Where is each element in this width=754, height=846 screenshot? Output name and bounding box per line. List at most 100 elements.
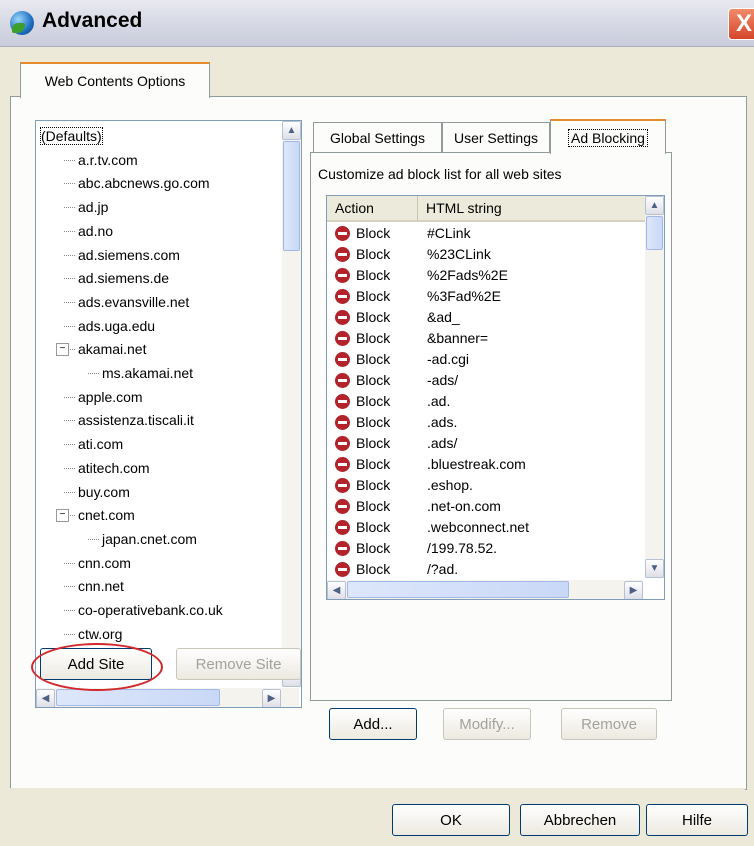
row-html-string: &ad_ [427,309,460,325]
scroll-thumb[interactable] [283,141,300,251]
remove-site-button[interactable]: Remove Site [176,648,301,680]
site-label: apple.com [78,388,143,405]
close-button[interactable]: X [728,8,754,40]
column-header-action[interactable]: Action [327,196,418,222]
row-action: Block [356,498,391,514]
site-tree-item[interactable]: ati.com [64,433,123,456]
block-icon [335,415,350,430]
site-tree-item[interactable]: buy.com [64,481,130,504]
ad-block-caption: Customize ad block list for all web site… [318,166,562,182]
ad-block-row[interactable]: Block .eshop. [327,475,637,496]
ad-list-vertical-scrollbar[interactable]: ▲ ▼ [645,196,664,578]
row-html-string: /?ad. [427,561,459,577]
column-header-filler [624,196,646,222]
site-label: ad.siemens.com [78,246,180,263]
cancel-button[interactable]: Abbrechen [520,804,640,836]
row-action: Block [356,456,391,472]
tab-ad-blocking[interactable]: Ad Blocking [550,119,666,154]
block-icon [335,436,350,451]
site-tree-item[interactable]: cnn.net [64,575,124,598]
row-action: Block [356,351,391,367]
scroll-left-icon[interactable]: ◀ [36,689,55,707]
title-bar[interactable]: Advanced X [0,0,754,47]
site-tree-item[interactable]: japan.cnet.com [88,528,197,551]
ad-block-row[interactable]: Block %2Fads%2E [327,265,637,286]
block-icon [335,352,350,367]
scroll-up-icon[interactable]: ▲ [645,196,664,215]
tab-ad-blocking-label: Ad Blocking [568,128,648,147]
tree-connector [64,610,75,611]
scroll-thumb[interactable] [646,216,663,250]
site-list-horizontal-scrollbar[interactable]: ◀ ▶ [36,688,299,707]
site-tree-item[interactable]: assistenza.tiscali.it [64,409,194,432]
site-tree-item[interactable]: cnn.com [64,552,131,575]
row-action: Block [356,435,391,451]
site-tree-item[interactable]: − cnet.com [56,504,135,527]
ad-block-row[interactable]: Block &banner= [327,328,637,349]
site-tree-item[interactable]: ad.no [64,220,113,243]
tab-user-settings[interactable]: User Settings [442,122,550,153]
scroll-right-icon[interactable]: ▶ [262,689,281,707]
ad-block-row[interactable]: Block .bluestreak.com [327,454,637,475]
site-tree-item[interactable]: ms.akamai.net [88,362,193,385]
site-tree-item[interactable]: − akamai.net [56,338,146,361]
add-rule-button[interactable]: Add... [329,708,417,740]
site-tree-item[interactable]: ad.jp [64,196,108,219]
ad-block-row[interactable]: Block .ad. [327,391,637,412]
scroll-left-icon[interactable]: ◀ [327,581,346,599]
horizontal-scroll-thumb[interactable] [56,689,220,706]
block-icon [335,247,350,262]
row-html-string: %2Fads%2E [427,267,508,283]
help-button[interactable]: Hilfe [646,804,748,836]
column-header-html-string[interactable]: HTML string [418,196,624,222]
site-tree-item[interactable]: ads.evansville.net [64,291,189,314]
site-tree-item[interactable]: ad.siemens.com [64,244,180,267]
scroll-down-icon[interactable]: ▼ [645,559,664,578]
collapse-icon[interactable]: − [56,509,69,523]
scroll-right-icon[interactable]: ▶ [624,581,643,599]
ad-block-row[interactable]: Block %23CLink [327,244,637,265]
ad-block-row[interactable]: Block #CLink [327,223,637,244]
site-tree-item[interactable]: apple.com [64,386,143,409]
ad-block-row[interactable]: Block %3Fad%2E [327,286,637,307]
ad-block-row[interactable]: Block .ads/ [327,433,637,454]
tree-connector [64,396,75,398]
scroll-up-icon[interactable]: ▲ [282,121,301,140]
ad-block-row[interactable]: Block -ad.cgi [327,349,637,370]
block-icon [335,499,350,514]
site-tree-item[interactable]: ads.uga.edu [64,315,155,338]
ad-block-row[interactable]: Block -ads/ [327,370,637,391]
ad-block-row[interactable]: Block /?ad. [327,559,637,580]
horizontal-scroll-thumb[interactable] [347,581,569,598]
ok-button[interactable]: OK [392,804,510,836]
ad-block-row[interactable]: Block/199.78.52. [327,538,637,559]
site-tree-item[interactable]: a.r.tv.com [64,149,138,172]
site-label: co-operativebank.co.uk [78,602,223,618]
site-label: buy.com [78,483,130,500]
modify-rule-button[interactable]: Modify... [443,708,531,740]
site-list-vertical-scrollbar[interactable]: ▲ ▼ [282,121,301,687]
remove-rule-button[interactable]: Remove [561,708,657,740]
site-tree-item[interactable]: (Defaults) [40,125,103,148]
row-action: Block [356,372,391,388]
ad-block-row[interactable]: Block .net-on.com [327,496,637,517]
site-tree-item[interactable]: ad.siemens.de [64,267,169,290]
ad-block-row[interactable]: Block .ads. [327,412,637,433]
globe-icon [10,11,34,35]
site-tree-item[interactable]: abc.abcnews.go.com [64,172,210,195]
row-action: Block [356,330,391,346]
row-html-string: #CLink [427,225,471,241]
tree-connector [64,230,75,232]
ad-block-list[interactable]: Action HTML string Block #CLink Block %23CL… [326,195,665,600]
site-list[interactable]: (Defaults) a.r.tv.com abc.abcnews.go.com ad… [35,120,302,708]
row-html-string: .ads. [427,414,458,430]
ad-block-row[interactable]: Block .webconnect.net [327,517,637,538]
tab-global-settings[interactable]: Global Settings [313,122,442,153]
tree-connector [64,278,75,280]
ad-block-row[interactable]: Block &ad_ [327,307,637,328]
collapse-icon[interactable]: − [56,343,69,357]
site-tree-item[interactable]: atitech.com [64,457,150,480]
ad-list-horizontal-scrollbar[interactable]: ◀ ▶ [327,580,643,599]
tab-web-contents-options[interactable]: Web Contents Options [20,62,210,98]
site-tree-item[interactable]: co-operativebank.co.uk [64,599,223,622]
